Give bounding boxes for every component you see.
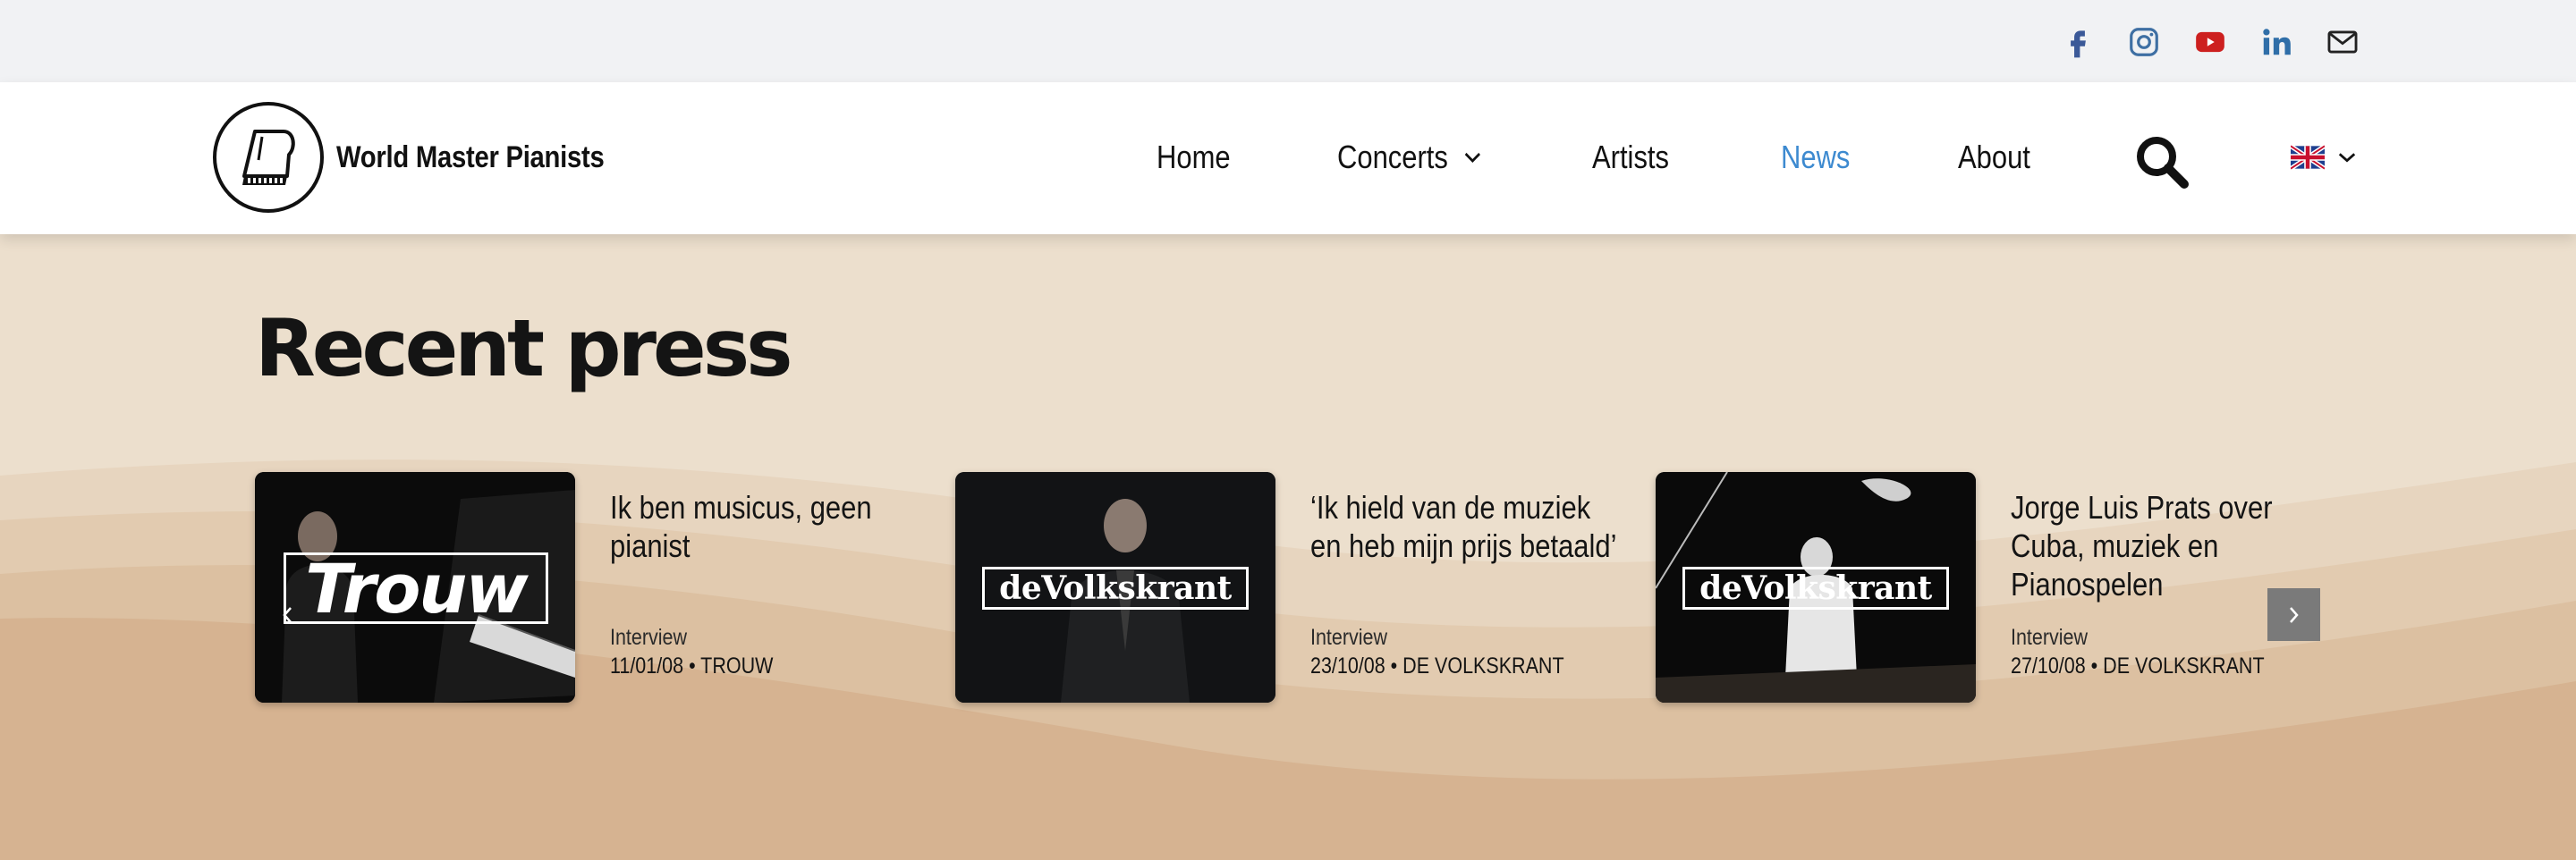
site-logo[interactable]: World Master Pianists [213,102,648,213]
mail-icon[interactable] [2324,23,2361,61]
linkedin-icon[interactable] [2258,23,2295,61]
press-card-info: Ik ben musicus, geen pianist Interview 1… [610,472,923,679]
nav-about[interactable]: About [1958,139,2030,176]
chevron-down-icon [1464,152,1481,164]
language-switcher[interactable] [2291,145,2357,170]
press-card-meta: Interview 23/10/08 • DE VOLKSKRANT [1310,624,1618,679]
press-card-title[interactable]: ‘Ik hield van de muziek en heb mijn prij… [1310,488,1618,565]
volkskrant-logo: deVolkskrant [982,567,1249,610]
press-card-title[interactable]: Ik ben musicus, geen pianist [610,488,918,565]
press-card-date: 11/01/08 • TROUW [610,653,774,679]
chevron-right-icon [2289,606,2299,623]
nav-artists[interactable]: Artists [1592,139,1669,176]
nav-news[interactable]: News [1781,139,1850,176]
social-bar [0,0,2576,82]
carousel-next-button[interactable] [2267,588,2320,641]
main-header: World Master Pianists Home Concerts Arti… [0,82,2576,234]
chevron-left-icon [283,607,292,623]
facebook-icon[interactable] [2059,23,2097,61]
site-name: World Master Pianists [336,139,605,174]
chevron-down-icon [2338,153,2356,163]
volkskrant-logo: deVolkskrant [1682,567,1949,610]
press-card: Trouw Ik ben musicus, geen pianist Inter… [255,472,926,704]
nav-concerts-label: Concerts [1337,139,1448,175]
carousel-prev-button[interactable] [274,594,301,637]
press-card-info: ‘Ik hield van de muziek en heb mijn prij… [1310,472,1623,679]
section-heading: Recent press [255,302,792,394]
youtube-icon[interactable] [2191,23,2229,61]
social-links [2059,23,2361,61]
press-card-meta: Interview 11/01/08 • TROUW [610,624,918,679]
press-card-image[interactable]: deVolkskrant [955,472,1275,703]
press-card: deVolkskrant ‘Ik hield van de muziek en … [955,472,1626,704]
instagram-icon[interactable] [2125,23,2163,61]
press-card-date: 23/10/08 • DE VOLKSKRANT [1310,653,1564,679]
press-card-type: Interview [1310,625,1388,650]
press-card-image[interactable]: Trouw [255,472,575,703]
trouw-logo: Trouw [284,549,548,628]
nav-home[interactable]: Home [1157,139,1231,176]
press-card-type: Interview [610,625,688,650]
press-card-title[interactable]: Jorge Luis Prats over Cuba, muziek en Pi… [2011,488,2318,603]
press-card: deVolkskrant Jorge Luis Prats over Cuba,… [1656,472,2326,704]
press-card-info: Jorge Luis Prats over Cuba, muziek en Pi… [2011,472,2324,679]
press-card-image[interactable]: deVolkskrant [1656,472,1976,703]
press-card-date: 27/10/08 • DE VOLKSKRANT [2011,653,2265,679]
nav-concerts[interactable]: Concerts [1337,139,1482,176]
piano-logo-icon [213,102,324,213]
search-icon[interactable] [2134,134,2190,190]
uk-flag-icon [2291,145,2325,170]
